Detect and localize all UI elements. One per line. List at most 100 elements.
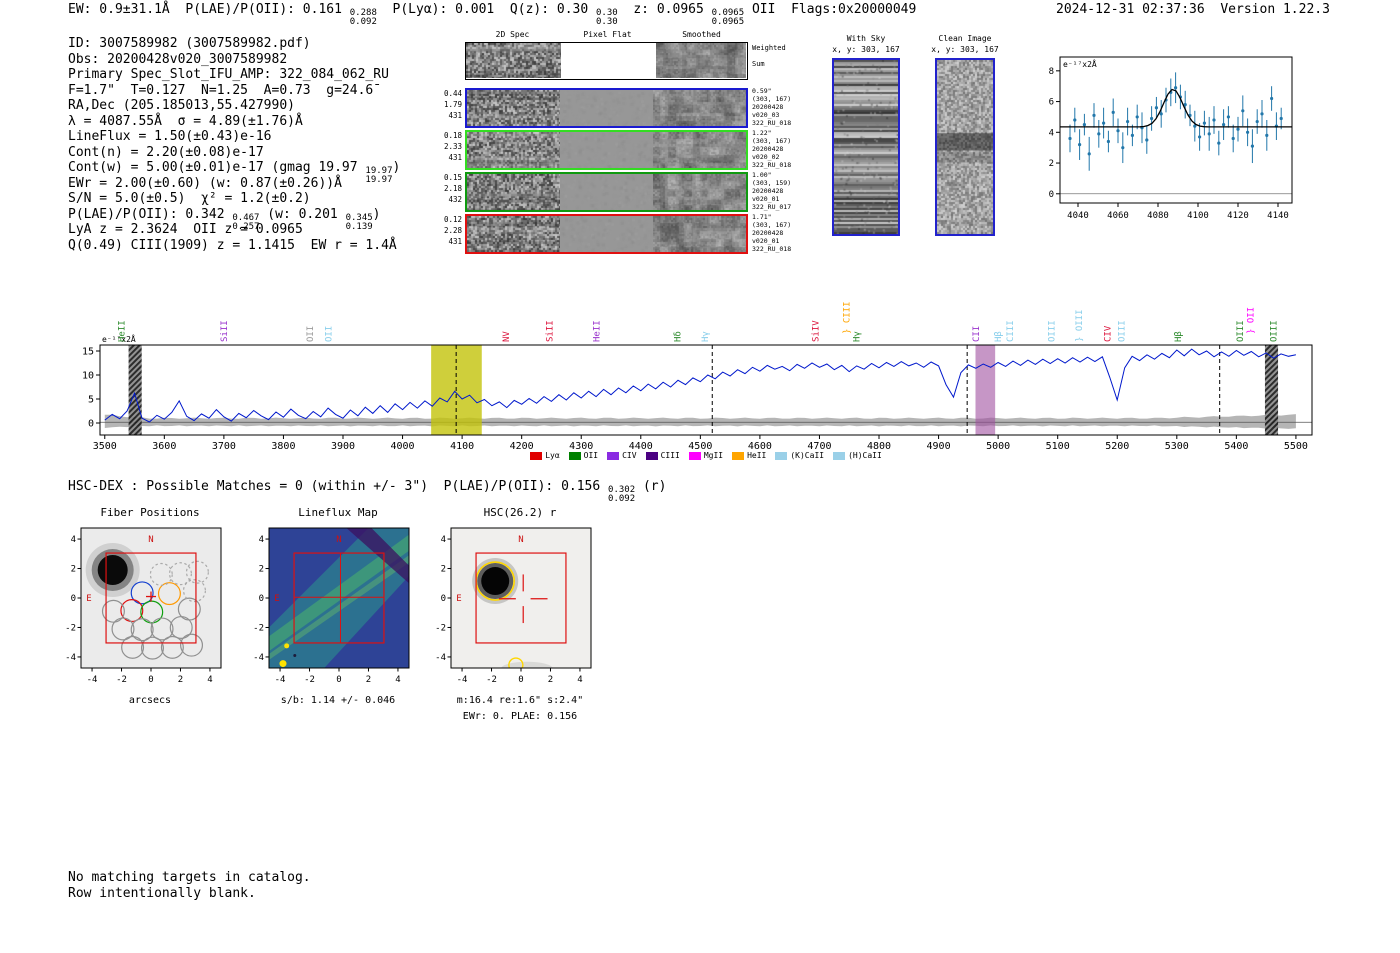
legend-swatch — [607, 451, 620, 460]
legend-item-CIV: CIV — [607, 451, 637, 460]
svg-text:0: 0 — [259, 594, 264, 604]
spec2d-row-right-labels: 1.22" (303, 167) 20200428 v020_02 322_RU_018 — [752, 129, 792, 169]
legend-swatch — [688, 451, 701, 460]
svg-text:Hδ: Hδ — [674, 331, 684, 342]
svg-text:0: 0 — [1049, 190, 1054, 200]
svg-text:Hβ: Hβ — [994, 331, 1004, 342]
svg-text:CIII: CIII — [1006, 320, 1016, 342]
svg-text:-4: -4 — [87, 675, 98, 685]
main-chart-legend: Lyα OII CIV CIII MgII HeII (K)CaII (H)CaII — [100, 451, 1312, 460]
svg-text:2: 2 — [441, 565, 446, 575]
svg-text:-2: -2 — [435, 623, 446, 633]
line-fit-chart: 4040 4060 4080 4100 4120 4140 0 2 4 6 8 e⁻¹⁷x2Å — [1049, 56, 1293, 221]
text-line: Obs: 20200428v020_3007589982 — [68, 51, 288, 67]
withsky-canvas — [834, 60, 898, 234]
svg-text:-4: -4 — [253, 653, 264, 663]
fiber-positions-plot: -4 -4 -2 -2 0 0 2 2 4 4 N E — [65, 527, 222, 685]
svg-text:-2: -2 — [304, 675, 315, 685]
lineflux-map-cutout: Lineflux Map -4 -4 -2 -2 0 0 2 2 4 4 N E s/b: 1.14 … — [243, 506, 419, 707]
svg-text:4100: 4100 — [1187, 211, 1209, 221]
spec2d-smooth-canvas — [653, 174, 746, 210]
svg-text:e⁻¹⁷x2Å: e⁻¹⁷x2Å — [1063, 58, 1097, 69]
footer-note: No matching targets in catalog. Row inten… — [68, 870, 311, 901]
spec2d-spec-canvas — [467, 174, 560, 210]
legend-item-MgII: MgII — [688, 451, 723, 460]
spec2d-spec-canvas — [467, 216, 560, 252]
stacked-value: 19.97 19.97 — [365, 166, 393, 185]
svg-text:4040: 4040 — [1067, 211, 1089, 221]
withsky-xy: x, y: 303, 167 — [832, 45, 900, 54]
weighted-sum-2dspec-canvas — [466, 43, 561, 78]
svg-text:2: 2 — [366, 675, 371, 685]
svg-text:8: 8 — [1049, 67, 1054, 77]
spec2d-flat-canvas — [560, 174, 653, 210]
svg-text:E: E — [274, 594, 279, 604]
hsc-captions: m:16.4 re:1.6" s:2.4" EWr: 0. PLAE: 0.156 — [425, 694, 601, 725]
stacked-value: 0.288 0.092 — [349, 8, 377, 27]
text-line: Cont(w) = 5.00(±0.01)e-17 (gmag 19.97 19… — [68, 160, 401, 185]
svg-text:CII: CII — [972, 326, 982, 342]
detection-info-block: ID: 3007589982 (3007589982.pdf) Obs: 2020… — [68, 36, 400, 253]
text-line: F=1.7" T=0.127 N=1.25 A=0.73 g=24.6̄ — [68, 82, 374, 98]
text-line: No matching targets in catalog. — [68, 870, 311, 885]
spec2d-fiber-strip — [465, 130, 748, 170]
spec2d-header-pixelflat: Pixel Flat — [583, 30, 632, 39]
text-line: m:16.4 re:1.6" s:2.4" — [456, 695, 584, 706]
svg-text:N: N — [518, 535, 523, 545]
svg-text:SiIV: SiIV — [811, 320, 821, 342]
spec2d-smooth-canvas — [653, 90, 746, 126]
svg-text:-2: -2 — [65, 623, 76, 633]
text-line: EWr: 0. PLAE: 0.156 — [462, 710, 578, 722]
text-line: RA,Dec (205.185013,55.427990) — [68, 98, 295, 113]
legend-swatch — [775, 451, 788, 460]
svg-text:4120: 4120 — [1227, 211, 1249, 221]
weighted-sum-label: Weighted Sum — [752, 44, 786, 75]
hsc-cutout: HSC(26.2) r -4 -4 -2 -2 0 0 2 2 4 4 N E m:16.4 re:1… — [425, 506, 601, 725]
legend-swatch — [645, 451, 658, 460]
spec2d-row-left-labels: 0.15 2.18 432 — [443, 173, 462, 204]
spec2d-smooth-canvas — [653, 132, 746, 168]
spec2d-fiber-strip — [465, 214, 748, 254]
clean-title: Clean Image — [938, 34, 992, 43]
full-spectrum-chart: 3500 3600 3700 3800 3900 4000 4100 4200 4300 4400… — [82, 301, 1313, 452]
svg-text:Hγ: Hγ — [701, 331, 711, 342]
svg-text:-4: -4 — [457, 675, 468, 685]
spec2d-row-right-labels: 1.71" (303, 167) 20200428 v020_01 322_RU_018 — [752, 213, 792, 253]
spec2d-flat-canvas — [560, 216, 653, 252]
svg-text:0: 0 — [71, 594, 76, 604]
lineflux-map-title: Lineflux Map — [298, 506, 378, 519]
fiber-positions-cutout: Fiber Positions -4 -4 -2 -2 0 0 2 2 4 4 N E arcsecs — [55, 506, 231, 707]
text-line: Weighted — [752, 44, 786, 52]
legend-item-CIII: CIII — [645, 451, 680, 460]
svg-text:4: 4 — [71, 535, 76, 545]
spec2d-smooth-canvas — [653, 216, 746, 252]
svg-text:15: 15 — [82, 347, 94, 358]
spec2d-spec-canvas — [467, 90, 560, 126]
legend-item-OII: OII — [568, 451, 598, 460]
svg-text:0: 0 — [441, 594, 446, 604]
svg-text:6: 6 — [1049, 98, 1054, 108]
text-line: S/N = 5.0(±0.5) χ² = 1.2(±0.2) — [68, 191, 311, 206]
svg-text:HeII: HeII — [117, 320, 127, 342]
svg-text:-4: -4 — [435, 653, 446, 663]
svg-text:4: 4 — [259, 535, 264, 545]
svg-text:0: 0 — [148, 675, 153, 685]
weighted-sum-pixelflat — [561, 43, 656, 78]
stacked-value: 0.30 0.30 — [596, 8, 618, 27]
svg-text:HeII: HeII — [593, 320, 603, 342]
spec2d-flat-canvas — [560, 132, 653, 168]
svg-text:OII: OII — [306, 326, 316, 342]
svg-text:OII: OII — [325, 326, 335, 342]
clean-xy: x, y: 303, 167 — [931, 45, 999, 54]
weighted-sum-smoothed-canvas — [656, 43, 746, 78]
svg-text:OIII: OIII — [1117, 320, 1127, 342]
text-line: LineFlux = 1.50(±0.43)e-16 — [68, 129, 272, 144]
svg-text:} CIII: } CIII — [842, 301, 852, 334]
svg-text:-2: -2 — [486, 675, 497, 685]
spec2d-spec-canvas — [467, 132, 560, 168]
svg-text:4080: 4080 — [1147, 211, 1169, 221]
svg-text:NV: NV — [502, 331, 512, 342]
svg-text:} OIII: } OIII — [1075, 309, 1085, 342]
legend-item-HeII: HeII — [732, 451, 766, 460]
text-line: ID: 3007589982 (3007589982.pdf) — [68, 36, 311, 51]
